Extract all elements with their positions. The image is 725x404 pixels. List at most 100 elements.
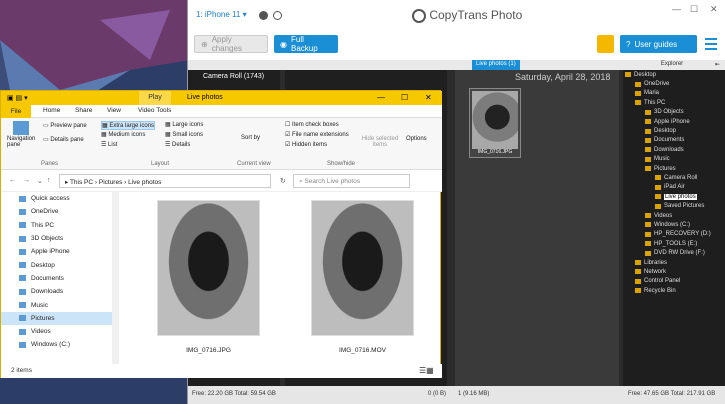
breadcrumb-live-photos[interactable]: Live photos — [128, 179, 161, 186]
options-button[interactable]: Options — [406, 136, 427, 142]
nav-scrollbar[interactable] — [112, 192, 118, 364]
search-input[interactable]: ⌕ Search Live photos — [293, 174, 410, 188]
small-icons-label: Small icons — [172, 132, 204, 138]
small-icons-option[interactable]: ▦ Small icons — [165, 131, 203, 138]
eject-icon[interactable] — [259, 11, 268, 20]
tree-item[interactable]: Windows (C:) — [623, 220, 725, 229]
device-selector[interactable]: 1: iPhone 11 ▾ — [196, 10, 247, 19]
tab-file[interactable]: File — [1, 105, 31, 118]
minimize-button[interactable]: — — [672, 4, 681, 14]
tree-item[interactable]: HP_RECOVERY (D:) — [623, 230, 725, 239]
photo-image — [472, 91, 518, 149]
tree-item[interactable]: Camera Roll — [623, 173, 725, 182]
tree-item-label: HP_RECOVERY (D:) — [654, 231, 711, 238]
maximize-button[interactable]: ☐ — [401, 93, 408, 102]
details-option[interactable]: ☰ Details — [165, 141, 190, 148]
nav-item[interactable]: Documents — [1, 272, 118, 285]
menu-icon[interactable] — [705, 38, 717, 53]
tree-item[interactable]: Saved Pictures — [623, 201, 725, 210]
nav-item[interactable]: OneDrive — [1, 205, 118, 218]
tree-item[interactable]: HP_TOOLS (E:) — [623, 239, 725, 248]
file-item[interactable]: IMG_0716.JPG — [157, 200, 260, 354]
tab-home[interactable]: Home — [43, 107, 60, 114]
tree-item[interactable]: Apple iPhone — [623, 117, 725, 126]
file-name-extensions-checkbox[interactable]: ☑ File name extensions — [285, 131, 349, 138]
group-current-view: Current view — [237, 161, 271, 167]
navigation-pane-button[interactable]: Navigation pane — [7, 136, 41, 148]
nav-item[interactable]: Videos — [1, 325, 118, 338]
view-toggle-icon[interactable]: ☰▦ — [419, 366, 434, 375]
nav-item[interactable]: 3D Objects — [1, 232, 118, 245]
maximize-button[interactable]: ☐ — [690, 4, 698, 15]
file-explorer-window: ▣ ▤ ▾ Play Live photos — ☐ ✕ File Home S… — [0, 90, 442, 378]
list-option[interactable]: ☰ List — [101, 141, 117, 148]
forward-icon[interactable]: → — [23, 177, 30, 184]
nav-item[interactable]: Downloads — [1, 285, 118, 298]
tree-item[interactable]: Pictures — [623, 164, 725, 173]
tree-item[interactable]: Documents — [623, 136, 725, 145]
tree-item[interactable]: Music — [623, 155, 725, 164]
extra-large-icons-option[interactable]: ▦ Extra large icons — [101, 121, 156, 130]
play-tab[interactable]: Play — [139, 91, 171, 105]
breadcrumb-pictures[interactable]: Pictures — [99, 179, 122, 186]
sort-by-button[interactable]: Sort by — [241, 135, 260, 141]
user-guides-button[interactable]: ? User guides — [620, 35, 697, 53]
tree-item[interactable]: Desktop — [623, 70, 725, 79]
tab-view[interactable]: View — [107, 107, 121, 114]
nav-item[interactable]: Quick access — [1, 192, 118, 205]
tree-item[interactable]: Videos — [623, 211, 725, 220]
breadcrumb-this-pc[interactable]: This PC — [70, 179, 93, 186]
tree-item[interactable]: DVD RW Drive (F:) — [623, 248, 725, 257]
tree-item[interactable]: iPad Air — [623, 183, 725, 192]
chevron-down-icon[interactable]: ⌄ — [37, 177, 43, 185]
file-name: IMG_0716.MOV — [339, 347, 386, 354]
collapse-icon[interactable]: ⇤ — [715, 61, 720, 69]
preview-pane-button[interactable]: ▭ Preview pane — [43, 122, 87, 129]
breadcrumb[interactable]: ▸ This PC › Pictures › Live photos — [59, 174, 271, 188]
nav-item[interactable]: Desktop — [1, 258, 118, 271]
folder-icon — [635, 90, 641, 96]
refresh-icon[interactable] — [273, 11, 282, 20]
tree-item[interactable]: Libraries — [623, 258, 725, 267]
tree-item[interactable]: This PC — [623, 98, 725, 107]
tree-item[interactable]: Desktop — [623, 126, 725, 135]
refresh-icon[interactable]: ↻ — [280, 177, 286, 185]
back-icon[interactable]: ← — [9, 177, 16, 184]
album-camera-roll[interactable]: Camera Roll (1743) — [188, 70, 280, 83]
close-button[interactable]: ✕ — [425, 93, 432, 102]
file-thumbnail — [311, 200, 414, 336]
hidden-items-checkbox[interactable]: ☑ Hidden items — [285, 141, 327, 148]
folder-icon — [645, 147, 651, 153]
medium-icons-option[interactable]: ▦ Medium icons — [101, 131, 145, 138]
explorer-label: Explorer — [660, 61, 684, 67]
tree-item[interactable]: Recycle Bin — [623, 286, 725, 295]
nav-item[interactable]: Windows (C:) — [1, 338, 118, 351]
full-backup-button[interactable]: ◉ Full Backup — [274, 35, 338, 53]
tree-item[interactable]: Maria — [623, 89, 725, 98]
tab-video-tools[interactable]: Video Tools — [138, 107, 171, 114]
up-icon[interactable]: ↑ — [47, 177, 51, 184]
hide-selected-items-button[interactable]: Hide selected items — [359, 136, 401, 148]
tree-item[interactable]: Downloads — [623, 145, 725, 154]
nav-item[interactable]: Music — [1, 298, 118, 311]
nav-item[interactable]: Pictures — [1, 311, 118, 325]
file-item[interactable]: IMG_0716.MOV — [311, 200, 414, 354]
nav-item[interactable]: Apple iPhone — [1, 245, 118, 258]
tree-item[interactable]: Live photos — [623, 192, 725, 201]
minimize-button[interactable]: — — [377, 93, 385, 102]
details-pane-button[interactable]: ▭ Details pane — [43, 136, 84, 143]
apply-changes-button[interactable]: ⊕ Apply changes — [194, 35, 268, 53]
live-photos-tab[interactable]: Live photos (1) — [472, 60, 520, 70]
tab-share[interactable]: Share — [75, 107, 92, 114]
tree-item[interactable]: 3D Objects — [623, 108, 725, 117]
lightbulb-icon[interactable] — [597, 35, 614, 53]
tree-item-label: Libraries — [644, 259, 668, 266]
close-button[interactable]: ✕ — [710, 4, 718, 15]
tree-item[interactable]: OneDrive — [623, 79, 725, 88]
tree-item[interactable]: Control Panel — [623, 277, 725, 286]
item-check-boxes-checkbox[interactable]: ☐ Item check boxes — [285, 121, 339, 128]
large-icons-option[interactable]: ▦ Large icons — [165, 121, 203, 128]
photo-thumbnail[interactable]: IMG_0716.JPG — [469, 88, 521, 158]
tree-item[interactable]: Network — [623, 267, 725, 276]
nav-item[interactable]: This PC — [1, 219, 118, 232]
